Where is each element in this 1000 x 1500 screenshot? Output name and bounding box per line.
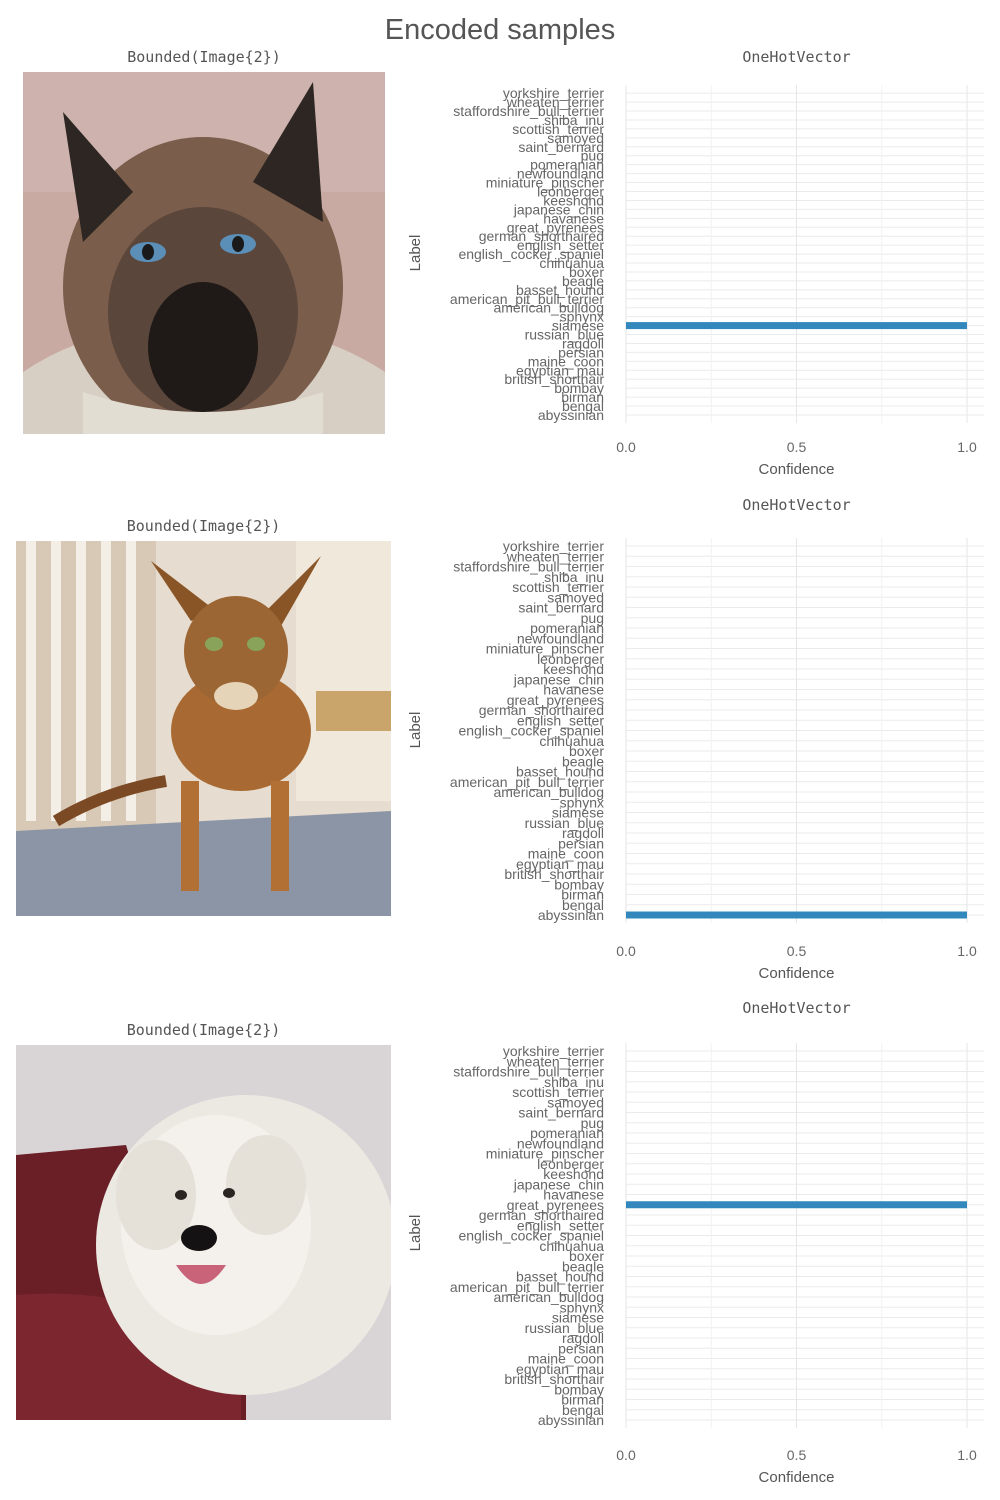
x-tick-label: 0.5 <box>787 439 807 455</box>
bar-great_pyrenees <box>626 1201 967 1209</box>
x-axis-title: Confidence <box>759 1469 835 1486</box>
image-panel-title: Bounded(Image{2}) <box>127 48 281 66</box>
figure-title: Encoded samples <box>384 14 616 46</box>
x-tick-label: 0.5 <box>787 1447 807 1463</box>
bar-chart: abyssinianbengalbirmanbombaybritish_shor… <box>407 538 984 982</box>
x-tick-label: 0.0 <box>616 1447 636 1463</box>
bar-chart: abyssinianbengalbirmanbombaybritish_shor… <box>407 85 984 478</box>
x-tick-label: 0.5 <box>787 943 807 959</box>
x-tick-label: 1.0 <box>957 1447 977 1463</box>
x-tick-label: 1.0 <box>957 943 977 959</box>
y-axis-title: Label <box>407 235 424 272</box>
great-pyrenees-dog-photo <box>16 1045 391 1420</box>
bar-siamese <box>626 322 967 330</box>
x-tick-label: 0.0 <box>616 943 636 959</box>
y-tick-label: yorkshire_terrier <box>503 85 604 101</box>
y-axis-title: Label <box>407 712 424 749</box>
abyssinian-cat-photo <box>16 541 391 916</box>
chart-panel-title: OneHotVector <box>742 496 851 514</box>
image-panel-title: Bounded(Image{2}) <box>126 517 281 535</box>
bar-chart: abyssinianbengalbirmanbombaybritish_shor… <box>407 1043 984 1486</box>
x-axis-title: Confidence <box>759 965 835 982</box>
siamese-cat-photo <box>23 72 385 434</box>
y-tick-label: yorkshire_terrier <box>503 1043 604 1059</box>
bar-abyssinian <box>626 911 967 919</box>
y-tick-label: yorkshire_terrier <box>503 538 604 554</box>
y-axis-title: Label <box>407 1215 424 1252</box>
image-panel-title: Bounded(Image{2}) <box>126 1021 281 1039</box>
chart-panel-title: OneHotVector <box>742 48 851 66</box>
chart-panel-title: OneHotVector <box>742 999 851 1017</box>
x-tick-label: 0.0 <box>616 439 636 455</box>
x-tick-label: 1.0 <box>957 439 977 455</box>
x-axis-title: Confidence <box>759 461 835 478</box>
